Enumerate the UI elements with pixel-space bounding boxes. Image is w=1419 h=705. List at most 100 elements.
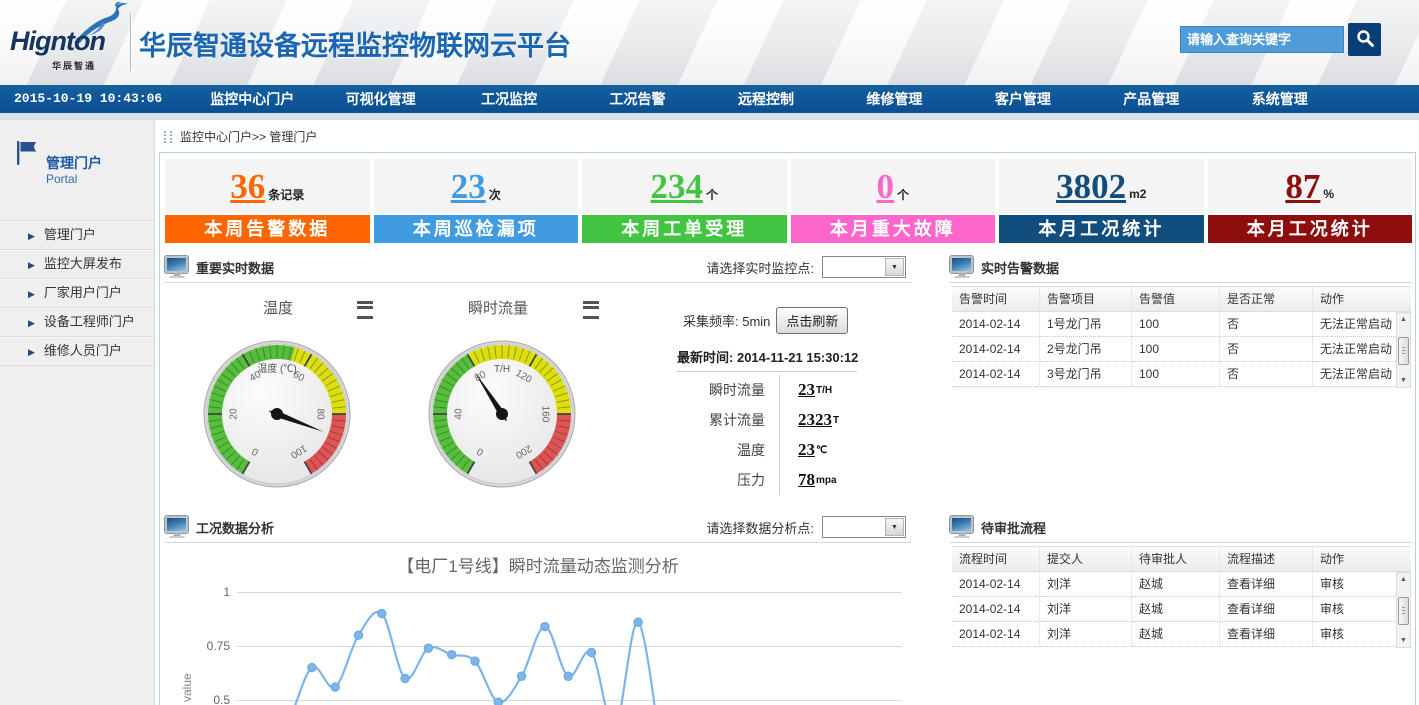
reading-label: 瞬时流量 <box>655 380 779 400</box>
breadcrumb[interactable]: 监控中心门户>> 管理门户 <box>164 128 317 145</box>
table-header-cell: 告警项目 <box>1040 287 1132 311</box>
stat-unit: 条记录 <box>268 186 304 203</box>
reading-value: 23 <box>798 440 815 460</box>
stat-unit: 个 <box>706 186 718 203</box>
stat-card-本周巡检漏项: 23次本周巡检漏项 <box>374 159 579 244</box>
sidebar-item-监控大屏发布[interactable]: ▶监控大屏发布 <box>0 250 154 279</box>
sidebar: 管理门户 Portal ▶管理门户▶监控大屏发布▶厂家用户门户▶设备工程师门户▶… <box>0 120 155 705</box>
nav-item-工况告警[interactable]: 工况告警 <box>573 85 701 113</box>
nav-item-远程控制[interactable]: 远程控制 <box>702 85 830 113</box>
table-row: 2014-02-14刘洋赵城查看详细审核 <box>952 597 1411 622</box>
sidebar-item-管理门户[interactable]: ▶管理门户 <box>0 221 154 250</box>
flag-icon <box>15 140 39 171</box>
navbar-bottom-strip <box>0 113 1419 120</box>
sidebar-item-厂家用户门户[interactable]: ▶ 厂家用户门户 <box>0 279 154 308</box>
sidebar-title: 管理门户 <box>46 153 102 173</box>
monitor-icon <box>165 256 188 273</box>
svg-text:温度 (℃): 温度 (℃) <box>257 362 296 375</box>
stat-value-link[interactable]: 0 <box>876 169 894 204</box>
table-cell: 2号龙门吊 <box>1040 337 1132 362</box>
reading-label: 温度 <box>655 440 779 460</box>
realtime-point-select[interactable]: ▼ <box>822 256 906 278</box>
table-cell: 无法正常启动 <box>1313 312 1396 337</box>
sidebar-item-设备工程师门户[interactable]: ▶设备工程师门户 <box>0 308 154 337</box>
table-cell: 否 <box>1220 362 1313 387</box>
scroll-thumb[interactable] <box>1398 597 1409 625</box>
scroll-up-icon[interactable]: ▲ <box>1397 313 1410 326</box>
scroll-down-icon[interactable]: ▼ <box>1397 374 1410 387</box>
stat-card-本月工况统计: 87%本月工况统计 <box>1208 159 1413 244</box>
table-header-cell: 动作 <box>1313 547 1396 571</box>
stat-unit: % <box>1323 187 1334 201</box>
stat-label-bar: 本周告警数据 <box>165 215 370 243</box>
nav-item-系统管理[interactable]: 系统管理 <box>1216 85 1344 113</box>
table-header-cell: 待审批人 <box>1132 547 1220 571</box>
sidebar-subtitle: Portal <box>46 172 77 186</box>
table-cell: 2014-02-14 <box>952 572 1040 597</box>
stat-card-本月重大故障: 0个本月重大故障 <box>791 159 996 244</box>
section-header-analysis: 工况数据分析 请选择数据分析点: ▼ <box>165 512 911 543</box>
stat-label-bar: 本周工单受理 <box>582 215 787 243</box>
reading-value: 23 <box>798 380 815 400</box>
gauge1-menu-icon[interactable] <box>357 301 373 319</box>
gauge2-menu-icon[interactable] <box>583 301 599 319</box>
top-header: Hignton 华辰智通 华辰智通设备远程监控物联网云平台 <box>0 0 1419 85</box>
section-title: 实时告警数据 <box>981 258 1059 277</box>
table-scrollbar: ▲▼ <box>1396 312 1411 388</box>
stats-row: 36条记录本周告警数据23次本周巡检漏项 234个本周工单受理0个本月重大故障 38… <box>165 159 1412 244</box>
scroll-up-icon[interactable]: ▲ <box>1397 573 1410 586</box>
stat-value-link[interactable]: 36 <box>230 169 265 204</box>
triangle-right-icon: ▶ <box>28 347 35 357</box>
svg-text:T/H: T/H <box>494 364 510 375</box>
triangle-right-icon: ▶ <box>28 231 35 241</box>
analysis-point-select[interactable]: ▼ <box>822 516 906 538</box>
realtime-select-label: 请选择实时监控点: <box>706 258 814 277</box>
table-cell: 刘洋 <box>1040 622 1132 647</box>
table-header-cell: 告警值 <box>1132 287 1220 311</box>
stat-value-link[interactable]: 234 <box>650 169 703 204</box>
nav-item-可视化管理[interactable]: 可视化管理 <box>316 85 444 113</box>
sidebar-item-维修人员门户[interactable]: ▶维修人员门户 <box>0 337 154 366</box>
table-cell: 2014-02-14 <box>952 312 1040 337</box>
latest-time-line: 最新时间: 2014-11-21 15:30:12 <box>677 347 858 366</box>
nav-item-监控中心门户[interactable]: 监控中心门户 <box>188 85 316 113</box>
triangle-right-icon: ▶ <box>28 289 35 299</box>
stat-value-link[interactable]: 87 <box>1285 169 1320 204</box>
nav-item-产品管理[interactable]: 产品管理 <box>1087 85 1215 113</box>
refresh-button[interactable]: 点击刷新 <box>776 307 848 334</box>
reading-value: 2323 <box>798 410 832 430</box>
readings-list: 瞬时流量23T/H累计流量2323T温度23℃压力78mpa <box>655 375 905 495</box>
analysis-select-label: 请选择数据分析点: <box>706 518 814 537</box>
app-root: Hignton 华辰智通 华辰智通设备远程监控物联网云平台 2015-10-19… <box>0 0 1419 705</box>
table-header-cell: 流程时间 <box>952 547 1040 571</box>
stat-label-bar: 本月重大故障 <box>791 215 996 243</box>
table-header-cell: 流程描述 <box>1220 547 1313 571</box>
stat-unit: m2 <box>1129 187 1146 201</box>
nav-item-客户管理[interactable]: 客户管理 <box>959 85 1087 113</box>
temperature-gauge: 020406080100温度 (℃) <box>202 339 352 494</box>
stat-value-link[interactable]: 23 <box>451 169 486 204</box>
stat-label-bar: 本周巡检漏项 <box>374 215 579 243</box>
scroll-thumb[interactable] <box>1398 337 1409 365</box>
table-header-cell: 提交人 <box>1040 547 1132 571</box>
stat-number-zone: 87% <box>1208 159 1413 213</box>
reading-unit: T/H <box>816 385 832 396</box>
table-header-row: 流程时间提交人待审批人流程描述动作 <box>952 546 1411 572</box>
logo-divider <box>130 13 131 71</box>
table-cell: 2014-02-14 <box>952 622 1040 647</box>
nav-item-维修管理[interactable]: 维修管理 <box>830 85 958 113</box>
stat-value-link[interactable]: 3802 <box>1056 169 1126 204</box>
search-input[interactable] <box>1180 26 1344 53</box>
monitor-icon <box>950 256 973 273</box>
svg-text:20: 20 <box>229 408 240 420</box>
monitor-icon <box>165 516 188 533</box>
search-button[interactable] <box>1348 23 1381 56</box>
table-header-cell: 告警时间 <box>952 287 1040 311</box>
nav-item-工况监控[interactable]: 工况监控 <box>445 85 573 113</box>
table-cell: 查看详细 <box>1220 622 1313 647</box>
scroll-down-icon[interactable]: ▼ <box>1397 634 1410 647</box>
triangle-right-icon: ▶ <box>28 260 35 270</box>
sidebar-item-label: 厂家用户门户 <box>44 285 122 300</box>
triangle-right-icon: ▶ <box>28 318 35 328</box>
breadcrumb-icon <box>164 131 172 143</box>
